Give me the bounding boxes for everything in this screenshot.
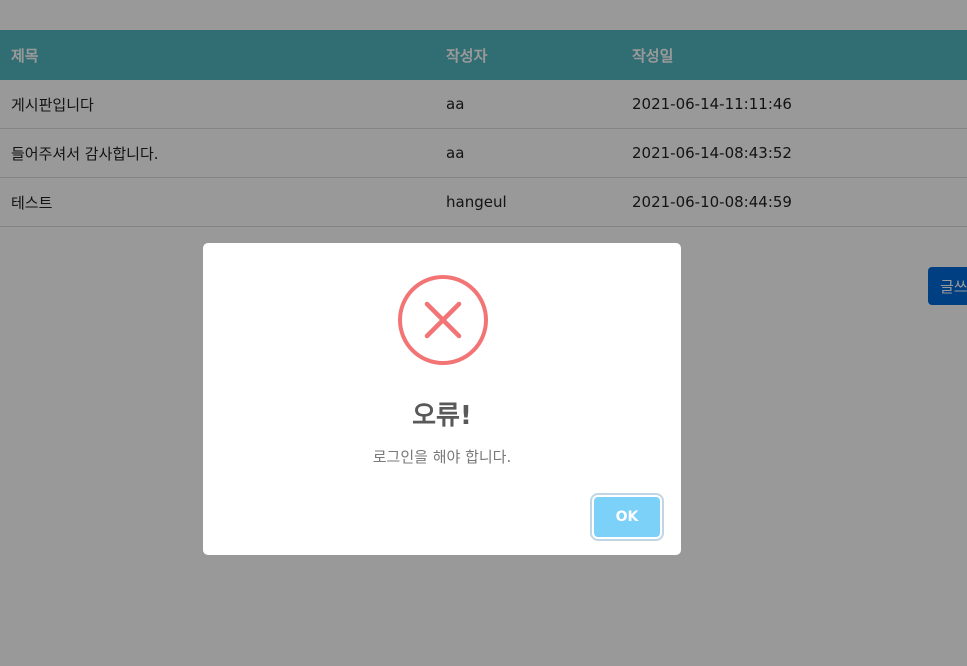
ok-button[interactable]: OK (594, 497, 660, 537)
error-alert-dialog: 오류! 로그인을 해야 합니다. OK (203, 243, 681, 555)
error-x-icon (398, 275, 488, 365)
alert-message: 로그인을 해야 합니다. (372, 448, 512, 466)
alert-title: 오류! (412, 401, 472, 431)
